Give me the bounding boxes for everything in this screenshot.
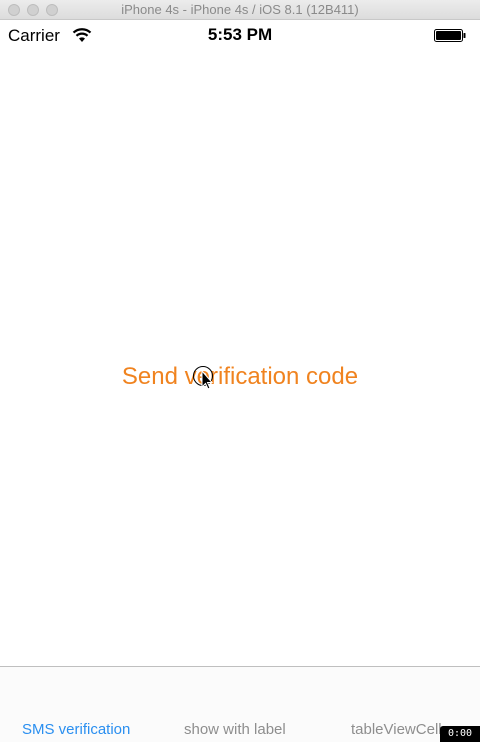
send-verification-code-button[interactable]: Send verification code bbox=[0, 363, 480, 391]
window-title: iPhone 4s - iPhone 4s / iOS 8.1 (12B411) bbox=[121, 2, 359, 17]
simulator-titlebar: iPhone 4s - iPhone 4s / iOS 8.1 (12B411) bbox=[0, 0, 480, 20]
recording-timer: 0:00 bbox=[440, 726, 480, 742]
main-view: Send verification code bbox=[0, 50, 480, 666]
tab-bar: SMS verification show with label tableVi… bbox=[0, 666, 480, 742]
status-bar: Carrier 5:53 PM bbox=[0, 20, 480, 50]
mouse-cursor-icon bbox=[193, 366, 214, 390]
clock: 5:53 PM bbox=[207, 25, 273, 44]
battery-icon bbox=[434, 29, 466, 42]
tab-show-with-label[interactable]: show with label bbox=[184, 721, 286, 738]
tab-tableviewcell[interactable]: tableViewCell bbox=[351, 721, 442, 738]
tab-sms-verification[interactable]: SMS verification bbox=[22, 721, 130, 738]
